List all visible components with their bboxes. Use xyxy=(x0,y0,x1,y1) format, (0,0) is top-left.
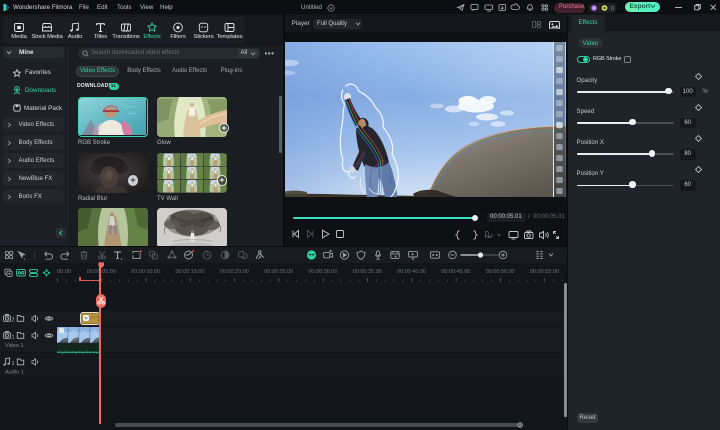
svg-text:0: 0 xyxy=(610,5,614,12)
svg-text:Audio 1: Audio 1 xyxy=(5,369,24,375)
svg-text:1: 1 xyxy=(12,361,15,367)
svg-text:1: 1 xyxy=(12,334,15,340)
svg-text:Video 1: Video 1 xyxy=(5,343,24,349)
svg-text:2: 2 xyxy=(12,317,15,323)
